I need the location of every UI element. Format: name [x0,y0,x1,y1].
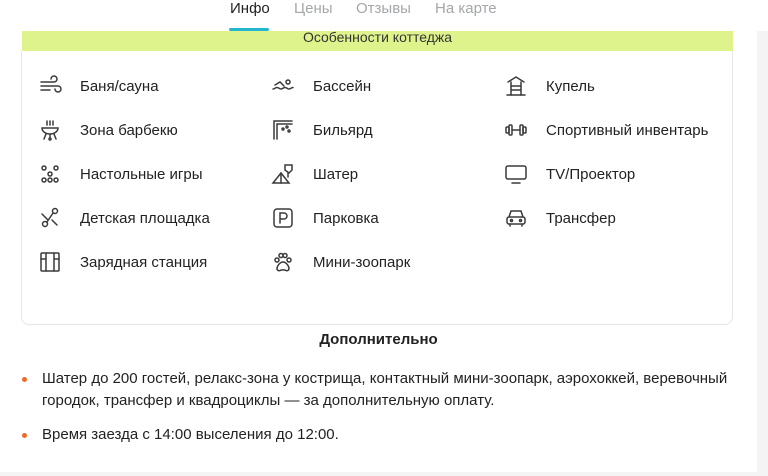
feature-label: Детская площадка [80,209,210,227]
feature-label: Баня/сауна [80,77,159,95]
feature-item: Зона барбекю [38,118,178,142]
sauna-icon [38,74,62,98]
tv-icon [504,162,528,186]
feature-item: TV/Проектор [504,162,635,186]
feature-label: Зарядная станция [80,253,208,271]
board-games-icon [38,162,62,186]
pool-icon [271,74,295,98]
feature-item: Спортивный инвентарь [504,118,708,142]
tab-info[interactable]: Инфо [230,0,270,18]
feature-item: Зарядная станция [38,250,207,274]
feature-label: Шатер [313,165,359,183]
charging-station-icon [38,250,62,274]
tab-prices[interactable]: Цены [294,0,333,18]
feature-label: Настольные игры [80,165,203,183]
feature-label: Бассейн [313,77,372,95]
feature-label: Мини-зоопарк [313,253,411,271]
tent-icon [271,162,295,186]
feature-label: Купель [546,77,595,95]
feature-label: Бильярд [313,121,373,139]
feature-item: Настольные игры [38,162,203,186]
feature-label: TV/Проектор [546,165,636,183]
feature-label: Парковка [313,209,379,227]
dumbbell-icon [504,118,528,142]
feature-item: Баня/сауна [38,74,159,98]
features-title: Особенности коттеджа [22,30,733,51]
tab-reviews[interactable]: Отзывы [356,0,411,18]
feature-label: Трансфер [546,209,616,227]
paw-icon [271,250,295,274]
feature-item: Трансфер [504,206,616,230]
playground-icon [38,206,62,230]
feature-item: Детская площадка [38,206,210,230]
tab-bar: Инфо Цены Отзывы На карте [0,0,768,31]
feature-label: Спортивный инвентарь [546,121,709,139]
list-item: Время заезда с 14:00 выселения до 12:00. [22,424,732,446]
feature-item: Купель [504,74,595,98]
additional-info-title: Дополнительно [319,331,438,348]
feature-item: Шатер [271,162,358,186]
list-item: Шатер до 200 гостей, релакс-зона у костр… [22,368,732,412]
bbq-icon [38,118,62,142]
feature-item: Мини-зоопарк [271,250,410,274]
features-list: Баня/сауна Бассейн Купель Зона барбекю Б… [21,51,733,325]
parking-icon [271,206,295,230]
feature-item: Парковка [271,206,379,230]
tab-map[interactable]: На карте [435,0,497,18]
feature-label: Зона барбекю [80,121,178,139]
car-icon [504,206,528,230]
feature-item: Бассейн [271,74,371,98]
hot-tub-icon [504,74,528,98]
info-card: Особенности коттеджа Баня/сауна Бассейн … [0,30,757,472]
feature-item: Бильярд [271,118,373,142]
billiards-icon [271,118,295,142]
